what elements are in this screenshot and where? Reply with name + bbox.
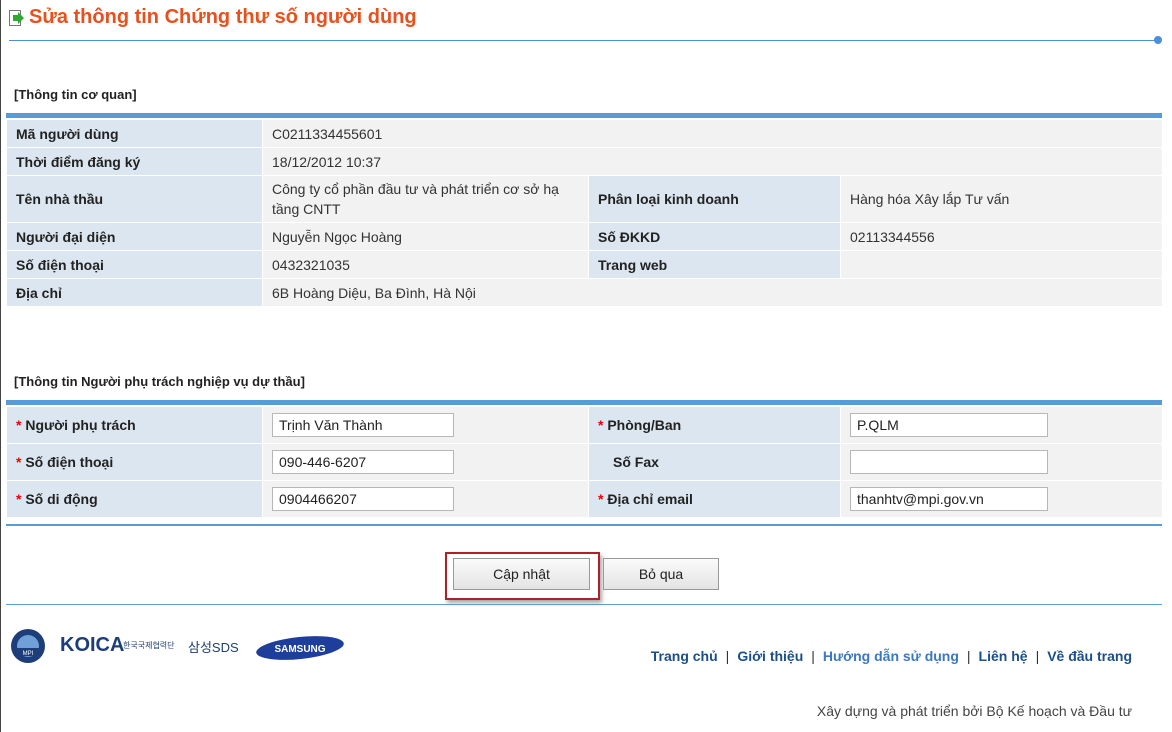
contractor-value: Công ty cổ phần đầu tư và phát triển cơ …: [262, 175, 589, 223]
table-row: * Số điện thoại Số Fax: [6, 443, 1163, 481]
biz-type-label: Phân loại kinh doanh: [588, 175, 841, 223]
org-section-heading: [Thông tin cơ quan]: [14, 87, 137, 102]
person-phone-cell: [262, 443, 589, 481]
required-mark: *: [16, 491, 22, 507]
person-info-table: * Người phụ trách * Phòng/Ban * Số điện …: [6, 406, 1163, 518]
table-row: Thời điểm đăng ký 18/12/2012 10:37: [6, 147, 1164, 176]
person-phone-label: * Số điện thoại: [6, 443, 263, 481]
person-section-bar: [6, 400, 1162, 405]
email-cell: [840, 480, 1163, 518]
koica-sub-logo: 한국국제협력단: [123, 640, 175, 650]
footer-sep: |: [811, 648, 815, 664]
mobile-label: * Số di động: [6, 480, 263, 518]
koica-logo: KOICA: [60, 634, 124, 656]
footer-link-about[interactable]: Giới thiệu: [737, 648, 803, 664]
website-label: Trang web: [588, 250, 841, 279]
in-charge-input[interactable]: [272, 413, 454, 437]
address-label: Địa chỉ: [6, 278, 263, 307]
org-section-bar: [6, 113, 1162, 118]
footer-divider: [6, 604, 1162, 605]
required-mark: *: [598, 417, 604, 433]
title-divider-dot: [1154, 36, 1162, 44]
partner-logo-strip: MPI KOICA 한국국제협력단 삼성SDS SAMSUNG: [11, 629, 344, 663]
page-title: Sửa thông tin Chứng thư số người dùng: [29, 6, 417, 28]
email-label: * Địa chỉ email: [588, 480, 841, 518]
mobile-input[interactable]: [272, 487, 454, 511]
cancel-button[interactable]: Bỏ qua: [603, 558, 719, 590]
person-phone-input[interactable]: [272, 450, 454, 474]
dept-input[interactable]: [850, 413, 1048, 437]
footer-nav: Trang chủ | Giới thiệu | Hướng dẫn sử dụng | L…: [651, 648, 1132, 664]
update-button[interactable]: Cập nhật: [453, 558, 590, 590]
reg-time-label: Thời điểm đăng ký: [6, 147, 263, 176]
address-value: 6B Hoàng Diệu, Ba Đình, Hà Nội: [261, 278, 1164, 307]
footer-link-top[interactable]: Về đầu trang: [1047, 648, 1132, 664]
email-label-text: Địa chỉ email: [607, 491, 693, 507]
mpi-logo: MPI: [11, 629, 45, 663]
website-value: [839, 250, 1164, 279]
required-mark: *: [16, 454, 22, 470]
org-phone-value: 0432321035: [262, 250, 589, 279]
samsung-text: SAMSUNG: [274, 644, 325, 655]
org-phone-label: Số điện thoại: [6, 250, 263, 279]
mobile-cell: [262, 480, 589, 518]
samsung-logo: SAMSUNG: [256, 636, 344, 660]
dkkd-value: 02113344556: [839, 222, 1164, 251]
title-divider: [9, 40, 1155, 41]
user-code-value: C0211334455601: [261, 119, 1164, 148]
mpi-text: MPI: [23, 651, 34, 657]
fax-input[interactable]: [850, 450, 1048, 474]
table-row: * Người phụ trách * Phòng/Ban: [6, 406, 1163, 444]
page-header: Sửa thông tin Chứng thư số người dùng: [9, 6, 1162, 44]
dept-label: * Phòng/Ban: [588, 406, 841, 444]
table-row: * Số di động * Địa chỉ email: [6, 480, 1163, 518]
rep-label: Người đại diện: [6, 222, 263, 251]
person-section-heading: [Thông tin Người phụ trách nghiệp vụ dự …: [14, 374, 305, 389]
form-bottom-bar: [6, 524, 1162, 526]
mobile-label-text: Số di động: [25, 491, 98, 507]
partner-logos: MPI KOICA 한국국제협력단 삼성SDS SAMSUNG: [10, 628, 350, 668]
user-code-label: Mã người dùng: [6, 119, 263, 148]
footer-sep: |: [966, 648, 971, 664]
email-input[interactable]: [850, 487, 1048, 511]
arrow-right-icon: [9, 10, 24, 26]
contractor-label: Tên nhà thầu: [6, 175, 263, 223]
fax-label: Số Fax: [588, 443, 841, 481]
in-charge-label-text: Người phụ trách: [25, 417, 136, 433]
required-mark: *: [598, 491, 604, 507]
reg-time-value: 18/12/2012 10:37: [261, 147, 1164, 176]
page-frame: [0, 0, 1171, 732]
footer-link-guide[interactable]: Hướng dẫn sử dụng: [823, 648, 959, 664]
footer-link-contact[interactable]: Liên hệ: [979, 648, 1028, 664]
dept-cell: [840, 406, 1163, 444]
fax-cell: [840, 443, 1163, 481]
footer-credit: Xây dựng và phát triển bởi Bộ Kế hoạch v…: [816, 703, 1132, 719]
table-row: Người đại diện Nguyễn Ngọc Hoàng Số ĐKKD…: [6, 222, 1164, 251]
table-row: Địa chỉ 6B Hoàng Diệu, Ba Đình, Hà Nội: [6, 278, 1164, 307]
footer-link-home[interactable]: Trang chủ: [651, 648, 718, 664]
dept-label-text: Phòng/Ban: [607, 417, 682, 433]
biz-type-value: Hàng hóa Xây lắp Tư vấn: [839, 175, 1164, 223]
table-row: Tên nhà thầu Công ty cổ phần đầu tư và p…: [6, 175, 1164, 223]
dkkd-label: Số ĐKKD: [588, 222, 841, 251]
footer-sep: |: [725, 648, 730, 664]
person-phone-label-text: Số điện thoại: [25, 454, 114, 470]
rep-value: Nguyễn Ngọc Hoàng: [262, 222, 589, 251]
footer-sep: |: [1035, 648, 1040, 664]
in-charge-label: * Người phụ trách: [6, 406, 263, 444]
org-info-table: Mã người dùng C0211334455601 Thời điểm đ…: [6, 119, 1164, 307]
table-row: Mã người dùng C0211334455601: [6, 119, 1164, 148]
sds-logo: 삼성SDS: [188, 640, 239, 655]
required-mark: *: [16, 417, 22, 433]
in-charge-cell: [262, 406, 589, 444]
table-row: Số điện thoại 0432321035 Trang web: [6, 250, 1164, 279]
